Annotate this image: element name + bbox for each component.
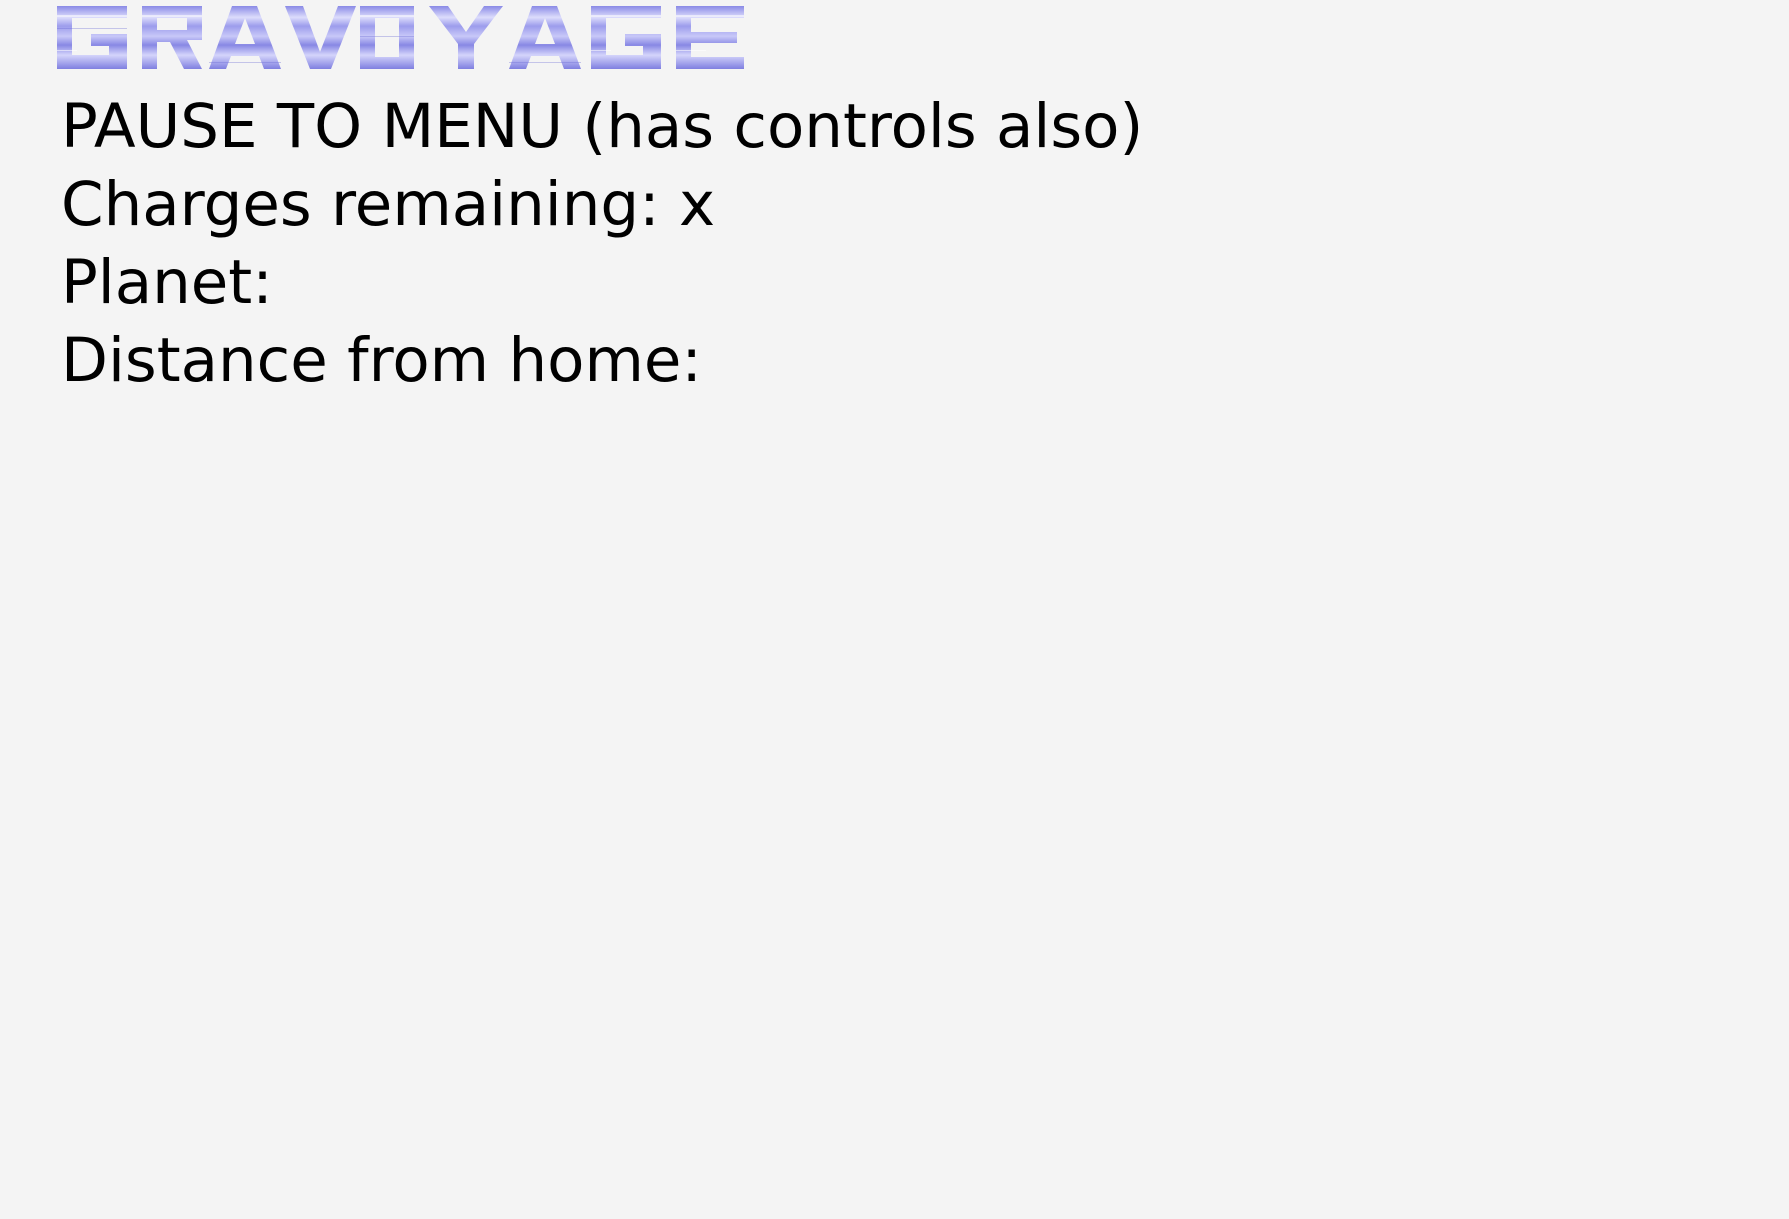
charges-readout: Charges remaining: x — [61, 166, 1143, 244]
distance-label: Distance from home: — [61, 325, 702, 396]
planet-readout: Planet: — [61, 244, 1143, 322]
charges-value: x — [679, 169, 716, 240]
game-logo — [57, 6, 744, 69]
pause-hint: PAUSE TO MENU (has controls also) — [61, 88, 1143, 166]
distance-readout: Distance from home: — [61, 322, 1143, 400]
gravoyage-logo-graphic — [57, 6, 744, 69]
charges-label: Charges remaining: — [61, 169, 660, 240]
planet-label: Planet: — [61, 247, 273, 318]
pause-hint-text: PAUSE TO MENU (has controls also) — [61, 91, 1144, 162]
game-hud: PAUSE TO MENU (has controls also) Charge… — [61, 88, 1143, 400]
